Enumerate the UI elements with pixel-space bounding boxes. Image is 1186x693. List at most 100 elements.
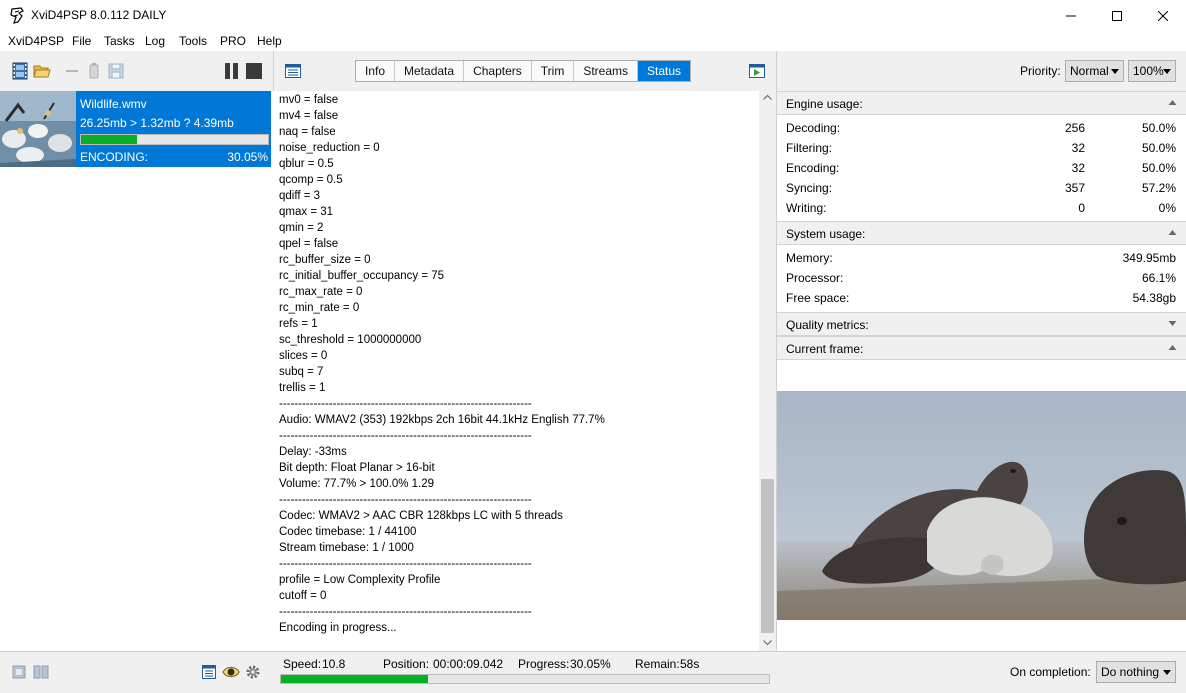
task-name: Wildlife.wmv	[80, 97, 147, 111]
close-icon	[1158, 10, 1168, 21]
menu-file[interactable]: File	[72, 34, 91, 48]
split-icon[interactable]	[33, 664, 49, 680]
scroll-up-icon[interactable]	[763, 93, 772, 102]
stat-value: 66.1%	[1141, 271, 1176, 285]
log-line: naq = false	[279, 126, 336, 138]
menu-tasks[interactable]: Tasks	[104, 34, 135, 48]
menu-xvid4psp[interactable]: XviD4PSP	[8, 34, 64, 48]
priority-select[interactable]: Normal	[1065, 60, 1124, 82]
cpu-limit-select[interactable]: 100%	[1128, 60, 1176, 82]
stat-percent: 50.0%	[1141, 161, 1176, 175]
current-frame-preview	[777, 391, 1186, 620]
log-line: profile = Low Complexity Profile	[279, 574, 441, 586]
title-bar: XviD4PSP 8.0.112 DAILY	[0, 0, 1186, 31]
collapse-icon	[1168, 345, 1177, 350]
open-folder-icon[interactable]	[33, 62, 51, 80]
priority-value: Normal	[1070, 64, 1109, 78]
log-line: cutoff = 0	[279, 590, 327, 602]
encoding-progress-fill	[281, 675, 428, 683]
queue-icon[interactable]	[12, 664, 28, 680]
task-list: Wildlife.wmv 26.25mb > 1.32mb ? 4.39mb E…	[0, 91, 274, 651]
close-button[interactable]	[1140, 0, 1186, 31]
log-line: qmax = 31	[279, 206, 334, 218]
progress-value: 30.05%	[570, 657, 611, 671]
tab-status[interactable]: Status	[638, 61, 691, 81]
add-video-icon[interactable]	[11, 62, 29, 80]
tab-chapters[interactable]: Chapters	[464, 61, 532, 81]
speed-label: Speed:	[283, 657, 322, 671]
maximize-icon	[1112, 10, 1122, 21]
task-item[interactable]: Wildlife.wmv 26.25mb > 1.32mb ? 4.39mb E…	[0, 91, 271, 167]
task-size-info: 26.25mb > 1.32mb ? 4.39mb	[80, 116, 234, 130]
on-completion-label: On completion:	[1010, 665, 1091, 679]
menu-tools[interactable]: Tools	[179, 34, 207, 48]
tab-trim[interactable]: Trim	[532, 61, 575, 81]
tab-streams[interactable]: Streams	[574, 61, 638, 81]
position-value: 00:00:09.042	[433, 657, 504, 671]
menu-log[interactable]: Log	[145, 34, 165, 48]
collapse-icon	[1168, 230, 1177, 235]
pause-icon[interactable]	[223, 62, 241, 80]
stat-row-memory: Memory: 349.95mb	[786, 248, 1176, 268]
minimize-button[interactable]	[1048, 0, 1094, 31]
log-line: subq = 7	[279, 366, 324, 378]
quality-metrics-header[interactable]: Quality metrics:	[777, 312, 1186, 336]
stat-label: Syncing:	[786, 181, 833, 195]
maximize-button[interactable]	[1094, 0, 1140, 31]
chevron-down-icon	[1163, 670, 1171, 675]
menu-pro[interactable]: PRO	[220, 34, 246, 48]
log-line: noise_reduction = 0	[279, 142, 380, 154]
menu-help[interactable]: Help	[257, 34, 282, 48]
log-line: ----------------------------------------…	[279, 558, 532, 570]
engine-usage-title: Engine usage:	[786, 97, 863, 111]
log-line: ----------------------------------------…	[279, 606, 532, 618]
log-line: ----------------------------------------…	[279, 398, 532, 410]
log-line: Encoding in progress...	[279, 622, 397, 634]
expand-icon	[1168, 321, 1177, 326]
task-status: ENCODING:	[80, 150, 149, 164]
chevron-down-icon	[1111, 69, 1119, 74]
stop-icon[interactable]	[245, 62, 263, 80]
settings-gear-icon[interactable]	[245, 664, 261, 680]
remain-value: 58s	[680, 657, 700, 671]
log-icon[interactable]	[201, 664, 217, 680]
remain-label: Remain:	[635, 657, 680, 671]
encoding-progress-bar	[280, 674, 770, 684]
current-frame-header[interactable]: Current frame:	[777, 336, 1186, 360]
log-line: Bit depth: Float Planar > 16-bit	[279, 462, 435, 474]
export-log-icon[interactable]	[748, 62, 766, 80]
stat-label: Writing:	[786, 201, 827, 215]
stat-row-processor: Processor: 66.1%	[786, 268, 1176, 288]
stat-value: 349.95mb	[1122, 251, 1176, 265]
log-line: ----------------------------------------…	[279, 430, 532, 442]
log-view-icon[interactable]	[284, 62, 302, 80]
stat-count: 32	[1071, 161, 1085, 175]
log-panel[interactable]: mv0 = false mv4 = false naq = false noise_r…	[274, 91, 776, 651]
save-icon[interactable]	[107, 62, 125, 80]
scroll-thumb[interactable]	[761, 479, 774, 633]
tab-metadata[interactable]: Metadata	[395, 61, 465, 81]
preview-eye-icon[interactable]	[222, 664, 240, 680]
engine-usage-header[interactable]: Engine usage:	[777, 91, 1186, 115]
stat-count: 256	[1064, 121, 1085, 135]
stat-count: 32	[1071, 141, 1085, 155]
log-line: rc_initial_buffer_occupancy = 75	[279, 270, 445, 282]
log-line: Audio: WMAV2 (353) 192kbps 2ch 16bit 44.…	[279, 414, 605, 426]
log-line: Codec: WMAV2 > AAC CBR 128kbps LC with 5…	[279, 510, 563, 522]
stat-row-free-space: Free space: 54.38gb	[786, 288, 1176, 308]
stat-count: 357	[1064, 181, 1085, 195]
system-usage-header[interactable]: System usage:	[777, 221, 1186, 245]
log-scrollbar[interactable]	[759, 91, 776, 651]
tab-info[interactable]: Info	[356, 61, 396, 81]
log-line: Volume: 77.7% > 100.0% 1.29	[279, 478, 435, 490]
quality-metrics-title: Quality metrics:	[786, 318, 869, 332]
menu-bar: XviD4PSP File Tasks Log Tools PRO Help	[0, 31, 1186, 51]
remove-icon[interactable]	[63, 62, 81, 80]
log-line: slices = 0	[279, 350, 328, 362]
priority-toolbar: Priority: Normal 100%	[777, 51, 1186, 91]
scroll-down-icon[interactable]	[763, 638, 772, 647]
on-completion-select[interactable]: Do nothing	[1096, 661, 1176, 683]
stats-panel: Engine usage: Decoding: 256 50.0% Filter…	[777, 91, 1186, 651]
clear-icon[interactable]	[85, 62, 103, 80]
tab-strip: Info Metadata Chapters Trim Streams Stat…	[355, 60, 692, 82]
